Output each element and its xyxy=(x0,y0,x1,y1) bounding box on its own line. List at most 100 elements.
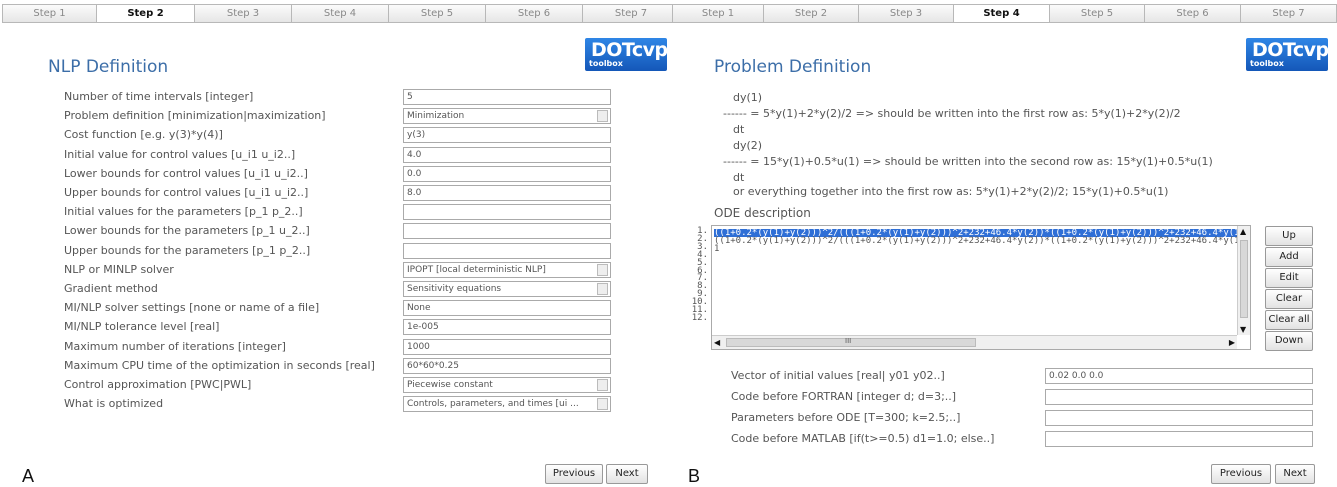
line-numbers: 1. 2. 3. 4. 5. 6. 7. 8. 9. 10. 11. 12. xyxy=(686,227,708,323)
dropdown-arrow-icon[interactable] xyxy=(597,264,608,276)
field-label: Cost function [e.g. y(3)*y(4)] xyxy=(64,128,223,141)
page-title: NLP Definition xyxy=(48,57,169,77)
logo-text: DOTcvp xyxy=(1252,39,1329,61)
up-button[interactable]: Up xyxy=(1265,226,1313,246)
field-label: Gradient method xyxy=(64,282,158,295)
field-label: Upper bounds for control values [u_i1 u_… xyxy=(64,186,309,199)
ode-line-2[interactable]: ((1+0.2*(y(1)+y(2)))^2/(((1+0.2*(y(1)+y(… xyxy=(714,237,1245,246)
field-label: NLP or MINLP solver xyxy=(64,263,174,276)
scroll-thumb[interactable] xyxy=(1240,240,1248,318)
field-label: Initial value for control values [u_i1 u… xyxy=(64,148,296,161)
field-value: 8.0 xyxy=(407,188,422,198)
tab-step-1[interactable]: Step 1 xyxy=(672,4,764,23)
next-button[interactable]: Next xyxy=(606,464,648,484)
tab-step-4[interactable]: Step 4 xyxy=(954,4,1050,23)
tab-step-2[interactable]: Step 2 xyxy=(764,4,859,23)
edit-button[interactable]: Edit xyxy=(1265,268,1313,288)
field-value: Controls, parameters, and times [ui ... xyxy=(407,399,579,409)
field-select[interactable]: IPOPT [local deterministic NLP] xyxy=(403,262,611,278)
field-select[interactable]: Minimization xyxy=(403,108,611,124)
dropdown-arrow-icon[interactable] xyxy=(597,110,608,122)
vertical-scrollbar[interactable]: ▲ ▼ xyxy=(1237,226,1250,335)
down-button[interactable]: Down xyxy=(1265,331,1313,351)
scroll-right-icon[interactable]: ▶ xyxy=(1229,338,1235,347)
field-value: y(3) xyxy=(407,130,426,140)
field-input[interactable]: 1000 xyxy=(403,339,611,355)
horizontal-scrollbar[interactable]: ◀ III ▶ xyxy=(712,335,1237,349)
example-line: dy(1) xyxy=(733,91,763,104)
scroll-down-icon[interactable]: ▼ xyxy=(1240,325,1246,334)
field-select[interactable]: Piecewise constant xyxy=(403,377,611,393)
field-input[interactable] xyxy=(403,223,611,239)
parameters-ode-input[interactable] xyxy=(1045,410,1313,426)
field-input[interactable] xyxy=(403,243,611,259)
field-value: Minimization xyxy=(407,111,465,121)
tab-step-6[interactable]: Step 6 xyxy=(1145,4,1241,23)
next-button[interactable]: Next xyxy=(1275,464,1315,484)
grip-icon: III xyxy=(845,337,852,345)
tab-step-7[interactable]: Step 7 xyxy=(583,4,680,23)
field-input[interactable]: 5 xyxy=(403,89,611,105)
field-label: Problem definition [minimization|maximiz… xyxy=(64,109,326,122)
add-button[interactable]: Add xyxy=(1265,247,1313,267)
field-value: 4.0 xyxy=(407,150,422,160)
field-select[interactable]: Controls, parameters, and times [ui ... xyxy=(403,396,611,412)
field-value: 5 xyxy=(407,92,413,102)
clear-button[interactable]: Clear xyxy=(1265,289,1313,309)
ode-editor[interactable]: ((1+0.2*(y(1)+y(2)))^2/(((1+0.2*(y(1)+y(… xyxy=(711,225,1251,350)
tab-step-3[interactable]: Step 3 xyxy=(859,4,954,23)
dotcvp-logo: DOTcvp toolbox xyxy=(585,38,668,71)
tab-step-2[interactable]: Step 2 xyxy=(97,4,195,23)
field-input[interactable]: 1e-005 xyxy=(403,319,611,335)
field-label: MI/NLP tolerance level [real] xyxy=(64,320,220,333)
field-label: Number of time intervals [integer] xyxy=(64,90,254,103)
tab-step-5[interactable]: Step 5 xyxy=(1050,4,1145,23)
field-input[interactable]: 8.0 xyxy=(403,185,611,201)
field-value: None xyxy=(407,303,431,313)
ode-description-label: ODE description xyxy=(714,206,811,220)
code-fortran-input[interactable] xyxy=(1045,389,1313,405)
line-number: 12. xyxy=(691,312,708,323)
previous-button[interactable]: Previous xyxy=(545,464,603,484)
field-input[interactable]: 4.0 xyxy=(403,147,611,163)
field-select[interactable]: Sensitivity equations xyxy=(403,281,611,297)
example-line: ------ = 5*y(1)+2*y(2)/2 => should be wr… xyxy=(723,107,1181,120)
scroll-up-icon[interactable]: ▲ xyxy=(1240,227,1246,236)
page-title: Problem Definition xyxy=(714,57,872,77)
field-input[interactable] xyxy=(403,204,611,220)
field-label: Control approximation [PWC|PWL] xyxy=(64,378,252,391)
tab-step-1[interactable]: Step 1 xyxy=(2,4,97,23)
field-label: Initial values for the parameters [p_1 p… xyxy=(64,205,303,218)
field-input[interactable]: None xyxy=(403,300,611,316)
field-input[interactable]: 60*60*0.25 xyxy=(403,358,611,374)
field-value: Piecewise constant xyxy=(407,380,493,390)
code-matlab-input[interactable] xyxy=(1045,431,1313,447)
field-label: Lower bounds for the parameters [p_1 u_2… xyxy=(64,224,310,237)
step-tabs-a: Step 1 Step 2 Step 3 Step 4 Step 5 Step … xyxy=(2,4,680,23)
example-line: dy(2) xyxy=(733,139,763,152)
field-input[interactable]: y(3) xyxy=(403,127,611,143)
example-line: or everything together into the first ro… xyxy=(733,185,1169,198)
figure-label-a: A xyxy=(22,466,35,486)
initial-values-input[interactable]: 0.02 0.0 0.0 xyxy=(1045,368,1313,384)
field-label: What is optimized xyxy=(64,397,164,410)
scroll-left-icon[interactable]: ◀ xyxy=(714,338,720,347)
logo-text: DOTcvp xyxy=(591,39,668,61)
scroll-thumb[interactable]: III xyxy=(726,337,976,347)
clear-all-button[interactable]: Clear all xyxy=(1265,310,1313,330)
previous-button[interactable]: Previous xyxy=(1211,464,1271,484)
tab-step-6[interactable]: Step 6 xyxy=(486,4,583,23)
tab-step-7[interactable]: Step 7 xyxy=(1241,4,1337,23)
dropdown-arrow-icon[interactable] xyxy=(597,379,608,391)
field-input[interactable]: 0.0 xyxy=(403,166,611,182)
tab-step-4[interactable]: Step 4 xyxy=(292,4,389,23)
dropdown-arrow-icon[interactable] xyxy=(597,398,608,410)
ode-line-3[interactable]: 1 xyxy=(714,245,719,254)
tab-step-5[interactable]: Step 5 xyxy=(389,4,486,23)
field-value: Sensitivity equations xyxy=(407,284,502,294)
parameters-ode-label: Parameters before ODE [T=300; k=2.5;..] xyxy=(731,411,961,424)
example-line: ------ = 15*y(1)+0.5*u(1) => should be w… xyxy=(723,155,1213,168)
tab-step-3[interactable]: Step 3 xyxy=(195,4,292,23)
figure-label-b: B xyxy=(688,466,701,486)
dropdown-arrow-icon[interactable] xyxy=(597,283,608,295)
